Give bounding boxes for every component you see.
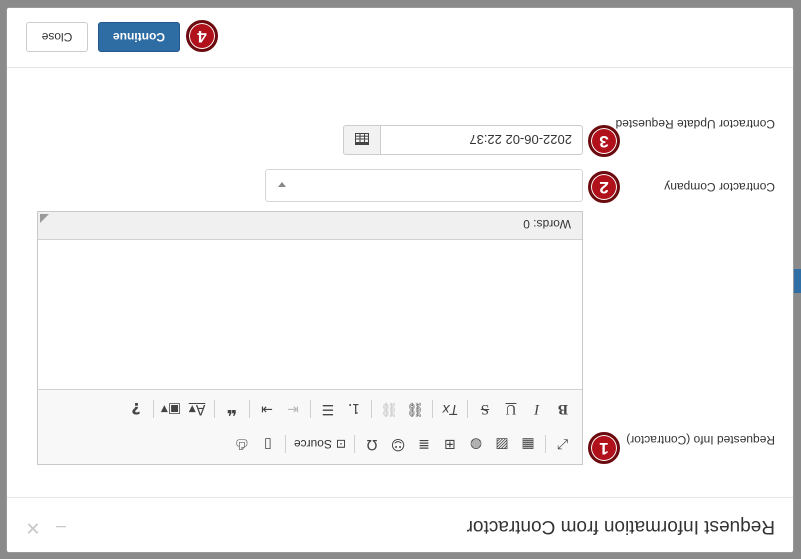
requested-info-label: Requested Info (Contractor) <box>626 433 775 447</box>
globe-icon[interactable]: ◍ <box>463 432 489 456</box>
link-icon[interactable]: ⛓ <box>402 397 428 421</box>
contractor-update-input[interactable]: 2022-06-02 22:37 <box>379 125 583 155</box>
editor-statusbar: Words: 0 <box>38 212 582 240</box>
indent-icon[interactable]: ⇥ <box>254 397 280 421</box>
resize-handle[interactable] <box>40 214 49 223</box>
step-badge-1: 1 <box>588 432 620 464</box>
source-icon: ⊡ <box>335 437 346 451</box>
editor-toolbar: ⤢ ▦ ▨ ◍ ⊞ ≣ ☺ Ω ⊡ Source ▯ ⎙ B I U S Tx … <box>38 389 582 464</box>
special-char-icon[interactable]: Ω <box>359 432 385 456</box>
background-color-icon[interactable]: ▣▾ <box>158 397 184 421</box>
contractor-company-select[interactable] <box>265 169 583 202</box>
word-count: Words: 0 <box>523 217 571 231</box>
chevron-down-icon <box>278 182 286 187</box>
toolbar-row-1: ⤢ ▦ ▨ ◍ ⊞ ≣ ☺ Ω ⊡ Source ▯ ⎙ <box>229 429 576 459</box>
step-badge-3: 3 <box>588 125 620 157</box>
minimize-icon[interactable]: – <box>53 517 69 538</box>
underline-button[interactable]: U <box>498 397 524 421</box>
unlink-icon[interactable]: ⛓ <box>376 397 402 421</box>
modal-header: Request Information from Contractor – ✕ <box>7 497 793 552</box>
table-icon[interactable]: ⊞ <box>437 432 463 456</box>
image-icon[interactable]: ▨ <box>489 432 515 456</box>
italic-button[interactable]: I <box>524 397 550 421</box>
rich-text-editor[interactable]: ⤢ ▦ ▨ ◍ ⊞ ≣ ☺ Ω ⊡ Source ▯ ⎙ B I U S Tx … <box>37 211 583 465</box>
bulleted-list-icon[interactable]: ☰ <box>315 397 341 421</box>
blank-page-icon[interactable]: ▯ <box>255 432 281 456</box>
strikethrough-button[interactable]: S <box>472 397 498 421</box>
help-button[interactable]: ? <box>123 397 149 421</box>
editor-content-area[interactable] <box>38 239 582 389</box>
modal-title: Request Information from Contractor <box>466 516 775 537</box>
source-label: Source <box>293 437 332 451</box>
remove-format-button[interactable]: Tx <box>437 397 463 421</box>
text-color-icon[interactable]: A▾ <box>184 397 210 421</box>
bold-button[interactable]: B <box>550 397 576 421</box>
modal-body: Requested Info (Contractor) 1 ⤢ ▦ ▨ ◍ ⊞ … <box>7 68 793 496</box>
contractor-update-datetime: 2022-06-02 22:37 <box>343 125 583 155</box>
header-controls: – ✕ <box>25 517 69 538</box>
maximize-icon[interactable]: ⤢ <box>550 432 576 456</box>
step-badge-4: 4 <box>186 20 218 52</box>
source-button[interactable]: ⊡ Source <box>290 437 350 451</box>
toolbar-row-2: B I U S Tx ⛓ ⛓ ⒈ ☰ ⇤ ⇥ ❝ A▾ ▣▾ ? <box>123 394 576 424</box>
step-badge-2: 2 <box>588 171 620 203</box>
horizontal-rule-icon[interactable]: ≣ <box>411 432 437 456</box>
contractor-update-label: Contractor Update Requested <box>615 117 775 131</box>
calendar-icon <box>354 133 369 146</box>
contractor-company-label: Contractor Company <box>664 180 775 194</box>
print-icon[interactable]: ⎙ <box>229 432 255 456</box>
templates-icon[interactable]: ▦ <box>515 432 541 456</box>
smiley-icon[interactable]: ☺ <box>385 432 411 456</box>
continue-button[interactable]: Continue <box>98 22 180 52</box>
blockquote-button[interactable]: ❝ <box>219 397 245 421</box>
request-info-modal: Request Information from Contractor – ✕ … <box>6 7 794 553</box>
numbered-list-icon[interactable]: ⒈ <box>341 397 367 421</box>
calendar-button[interactable] <box>343 125 380 155</box>
close-button[interactable]: Close <box>26 22 88 52</box>
close-icon[interactable]: ✕ <box>25 517 41 538</box>
modal-footer: 4 Continue Close <box>7 7 793 68</box>
outdent-icon[interactable]: ⇤ <box>280 397 306 421</box>
